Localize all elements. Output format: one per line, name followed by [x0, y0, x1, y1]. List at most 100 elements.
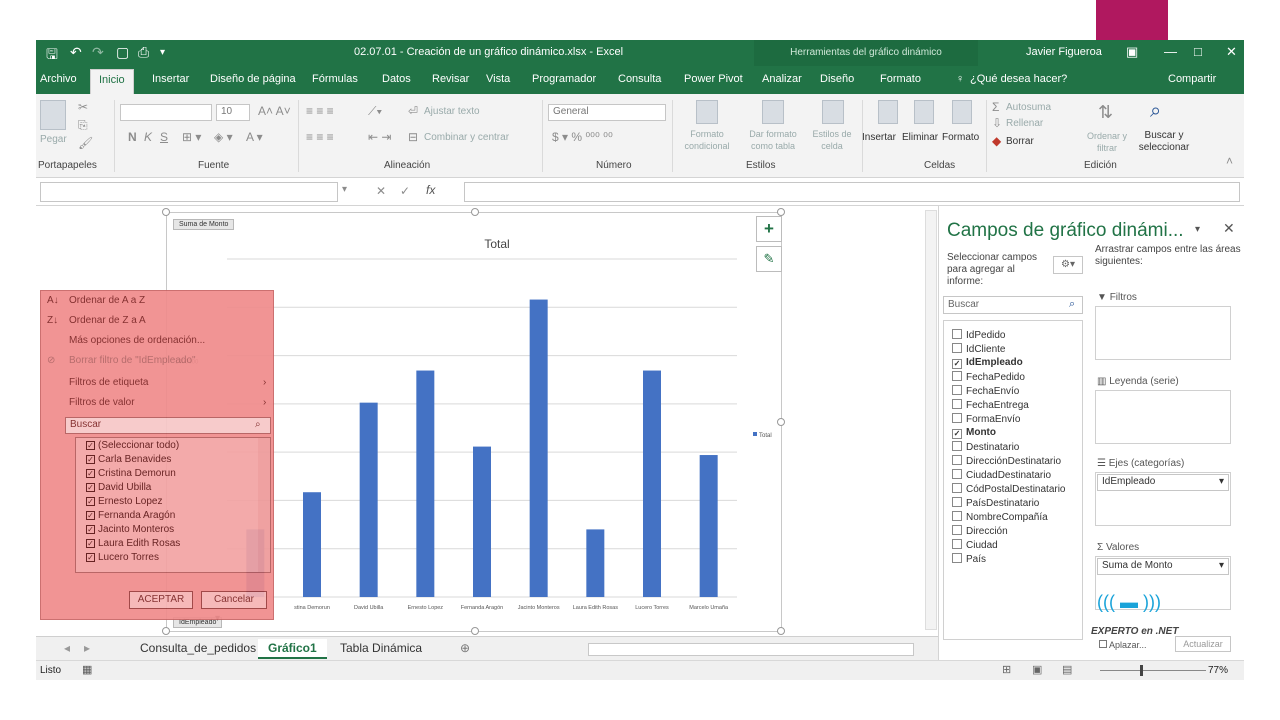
clear-button[interactable]: Borrar [1006, 136, 1034, 148]
tab-archivo[interactable]: Archivo [40, 73, 77, 85]
cancel-entry-icon[interactable]: ✕ [376, 184, 386, 198]
autosum-button[interactable]: Autosuma [1006, 102, 1051, 114]
underline-button[interactable]: S [160, 130, 168, 144]
italic-button[interactable]: K [144, 130, 152, 144]
fill-button[interactable]: Rellenar [1006, 118, 1043, 130]
new-file-icon[interactable]: ▢ [116, 44, 129, 61]
insert-cells-icon[interactable] [878, 100, 898, 124]
conditional-format-icon[interactable] [696, 100, 718, 124]
sheet-tab-grafico1[interactable]: Gráfico1 [258, 639, 327, 659]
sheet-tab-consulta[interactable]: Consulta_de_pedidos [140, 641, 256, 655]
horizontal-scrollbar[interactable] [588, 643, 914, 656]
tab-programador[interactable]: Programador [532, 73, 596, 85]
delete-cells-icon[interactable] [914, 100, 934, 124]
tab-diseno[interactable]: Diseño [820, 73, 854, 85]
menu-more-sort[interactable]: Más opciones de ordenación... [69, 335, 205, 346]
defer-update-checkbox[interactable]: Aplazar... [1099, 640, 1147, 650]
values-item-suma-monto[interactable]: Suma de Monto ▾ [1097, 558, 1229, 575]
maximize-icon[interactable]: □ [1194, 44, 1202, 59]
check-item[interactable]: ✓ Ernesto Lopez [86, 496, 163, 507]
fill-icon[interactable]: ⇩ [992, 116, 1002, 130]
tab-analizar[interactable]: Analizar [762, 73, 802, 85]
bar-3[interactable] [359, 402, 378, 597]
tab-power-pivot[interactable]: Power Pivot [684, 73, 743, 85]
undo-icon[interactable]: ↶ [70, 44, 82, 61]
tab-vista[interactable]: Vista [486, 73, 510, 85]
checklist-scrollbar[interactable] [258, 438, 270, 572]
cell-styles-button[interactable]: Estilos de celda [806, 128, 858, 152]
font-name-combo[interactable] [120, 104, 212, 121]
check-select-all[interactable]: ✓ (Seleccionar todo) [86, 440, 179, 451]
field-item[interactable]: FechaEnvío [952, 385, 1019, 397]
grow-font-icon[interactable]: A˄ A˅ [258, 104, 291, 118]
minimize-icon[interactable]: — [1164, 44, 1177, 59]
bar-2[interactable] [303, 492, 321, 597]
name-box-dropdown-icon[interactable]: ▾ [342, 184, 347, 195]
delete-cells-button[interactable]: Eliminar [902, 132, 938, 144]
indent-icon[interactable]: ⇤ ⇥ [368, 130, 391, 144]
cancel-button[interactable]: Cancelar [201, 591, 267, 609]
find-select-button[interactable]: Buscar y seleccionar [1132, 130, 1196, 154]
cut-icon[interactable]: ✂ [78, 100, 88, 114]
format-painter-icon[interactable]: 🖌 [78, 136, 93, 150]
sort-filter-icon[interactable]: ⇅ [1098, 102, 1113, 123]
tab-formulas[interactable]: Fórmulas [312, 73, 358, 85]
align-top-icon[interactable]: ≡ ≡ ≡ [306, 104, 334, 118]
field-item[interactable]: Ciudad [952, 539, 998, 551]
check-item[interactable]: ✓ Laura Edith Rosas [86, 538, 180, 549]
bold-button[interactable]: N [128, 130, 137, 144]
page-layout-icon[interactable]: ▣ [1032, 663, 1042, 676]
cell-styles-icon[interactable] [822, 100, 844, 124]
collapse-ribbon-icon[interactable]: ˄ [1226, 154, 1233, 168]
insert-cells-button[interactable]: Insertar [862, 132, 896, 144]
tab-diseno-pagina[interactable]: Diseño de página [210, 73, 296, 85]
tab-datos[interactable]: Datos [382, 73, 411, 85]
tab-scroll-left-icon[interactable]: ◂ [64, 641, 70, 655]
bar-4[interactable] [416, 370, 435, 597]
format-as-table-button[interactable]: Dar formato como tabla [740, 128, 806, 152]
tab-formato[interactable]: Formato [880, 73, 921, 85]
format-as-table-icon[interactable] [762, 100, 784, 124]
check-item[interactable]: ✓ Lucero Torres [86, 552, 159, 563]
tab-consulta[interactable]: Consulta [618, 73, 661, 85]
page-break-icon[interactable]: ▤ [1062, 663, 1072, 676]
field-item[interactable]: DirecciónDestinatario [952, 455, 1061, 467]
name-box[interactable] [40, 182, 338, 202]
legend-label[interactable]: Total [759, 433, 772, 439]
macro-record-icon[interactable]: ▦ [82, 663, 92, 676]
format-cells-icon[interactable] [952, 100, 972, 124]
zoom-level[interactable]: 77% [1208, 665, 1228, 676]
print-preview-icon[interactable]: ⎙ [138, 44, 149, 61]
axis-item-idempleado[interactable]: IdEmpleado ▾ [1097, 474, 1229, 491]
bar-6[interactable] [529, 299, 548, 597]
zoom-thumb[interactable] [1140, 665, 1143, 676]
align-left-icon[interactable]: ≡ ≡ ≡ [306, 130, 334, 144]
tab-insertar[interactable]: Insertar [152, 73, 189, 85]
number-format-combo[interactable]: General [548, 104, 666, 121]
bar-8[interactable] [643, 370, 661, 597]
check-item[interactable]: ✓ David Ubilla [86, 482, 151, 493]
clear-icon[interactable]: ◆ [992, 134, 1001, 148]
confirm-entry-icon[interactable]: ✓ [400, 184, 410, 198]
field-item[interactable]: FormaEnvío [952, 413, 1020, 425]
update-button[interactable]: Actualizar [1175, 636, 1231, 652]
menu-sort-az[interactable]: Ordenar de A a Z [69, 295, 145, 306]
user-name[interactable]: Javier Figueroa [1026, 46, 1102, 58]
sheet-tab-tabla[interactable]: Tabla Dinámica [340, 641, 422, 655]
check-item[interactable]: ✓ Jacinto Monteros [86, 524, 174, 535]
save-icon[interactable]: 🖫 [46, 44, 58, 68]
field-item[interactable]: País [952, 553, 986, 565]
tab-scroll-right-icon[interactable]: ▸ [84, 641, 90, 655]
pane-close-icon[interactable]: ✕ [1223, 220, 1235, 237]
wrap-text-icon[interactable]: ⏎ [408, 104, 418, 118]
filters-area[interactable] [1095, 306, 1231, 360]
find-icon[interactable]: ⌕ [1150, 100, 1161, 123]
orientation-icon[interactable]: ⟋▾ [368, 104, 382, 119]
field-item[interactable]: CiudadDestinatario [952, 469, 1051, 481]
copy-icon[interactable]: ⎘ [78, 118, 88, 133]
currency-icon[interactable]: $ ▾ % ⁰⁰⁰ ⁰⁰ [552, 130, 613, 144]
legend-area[interactable] [1095, 390, 1231, 444]
bar-5[interactable] [473, 446, 491, 597]
tell-me-box[interactable]: ¿Qué desea hacer? [970, 73, 1067, 85]
conditional-format-button[interactable]: Formato condicional [674, 128, 740, 152]
